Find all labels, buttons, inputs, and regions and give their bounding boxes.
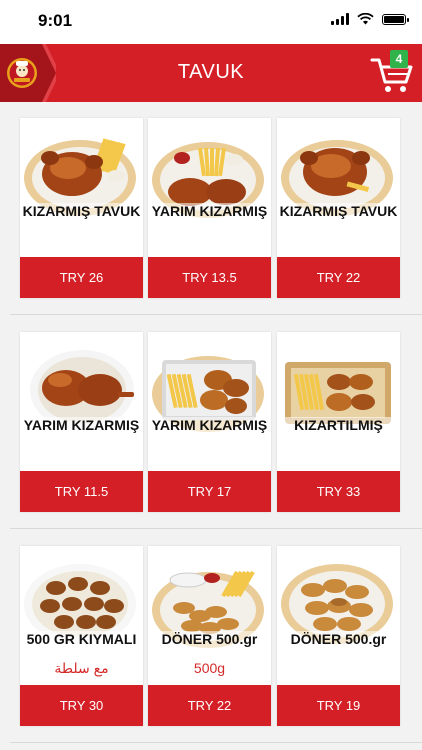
product-name: YARIM KIZARMIŞ (150, 417, 269, 437)
product-price-button[interactable]: TRY 30 (20, 685, 143, 726)
product-subtitle: مع سلطة (54, 660, 109, 676)
product-card[interactable]: DÖNER 500.gr TRY 19 (277, 546, 400, 726)
product-card[interactable]: YARIM KIZARMIŞ TRY 13.5 (148, 118, 271, 298)
product-name: 500 GR KIYMALI (22, 631, 141, 651)
product-price-button[interactable]: TRY 26 (20, 257, 143, 298)
row-divider (10, 314, 422, 315)
cart-button[interactable]: 4 (370, 50, 414, 96)
product-price-button[interactable]: TRY 22 (277, 257, 400, 298)
product-card[interactable]: 500 GR KIYMALI مع سلطة TRY 30 (20, 546, 143, 726)
product-price-button[interactable]: TRY 17 (148, 471, 271, 512)
product-price-button[interactable]: TRY 11.5 (20, 471, 143, 512)
product-card[interactable]: KIZARMIŞ TAVUK TRY 22 (277, 118, 400, 298)
product-card[interactable]: YARIM KIZARMIŞ TRY 11.5 (20, 332, 143, 512)
product-price-button[interactable]: TRY 22 (148, 685, 271, 726)
page-title: TAVUK (177, 61, 245, 83)
status-bar: 9:01 (0, 0, 422, 44)
product-name: KIZARMIŞ TAVUK (22, 203, 141, 223)
status-time: 9:01 (38, 11, 73, 30)
product-price-button[interactable]: TRY 13.5 (148, 257, 271, 298)
product-card[interactable]: KIZARTILMIŞ TRY 33 (277, 332, 400, 512)
product-subtitle: 500g (193, 660, 226, 676)
product-card[interactable]: YARIM KIZARMIŞ TRY 17 (148, 332, 271, 512)
wifi-icon (357, 13, 374, 25)
product-card[interactable]: DÖNER 500.gr 500g TRY 22 (148, 546, 271, 726)
product-price-button[interactable]: TRY 33 (277, 471, 400, 512)
product-name: KIZARTILMIŞ (279, 417, 398, 437)
product-name: DÖNER 500.gr (279, 631, 398, 651)
product-name: KIZARMIŞ TAVUK (279, 203, 398, 223)
product-grid: KIZARMIŞ TAVUK TRY 26 YARIM KIZARMIŞ TRY 1… (0, 102, 422, 750)
app-header: TAVUK 4 (0, 44, 422, 102)
signal-icon (331, 13, 349, 25)
row-divider (10, 742, 422, 743)
product-name: YARIM KIZARMIŞ (22, 417, 141, 437)
row-divider (10, 528, 422, 529)
product-card[interactable]: KIZARMIŞ TAVUK TRY 26 (20, 118, 143, 298)
status-icons (331, 13, 409, 25)
product-price-button[interactable]: TRY 19 (277, 685, 400, 726)
product-name: DÖNER 500.gr (150, 631, 269, 651)
cart-count-badge: 4 (390, 50, 408, 68)
battery-icon (382, 13, 409, 25)
product-name: YARIM KIZARMIŞ (150, 203, 269, 223)
